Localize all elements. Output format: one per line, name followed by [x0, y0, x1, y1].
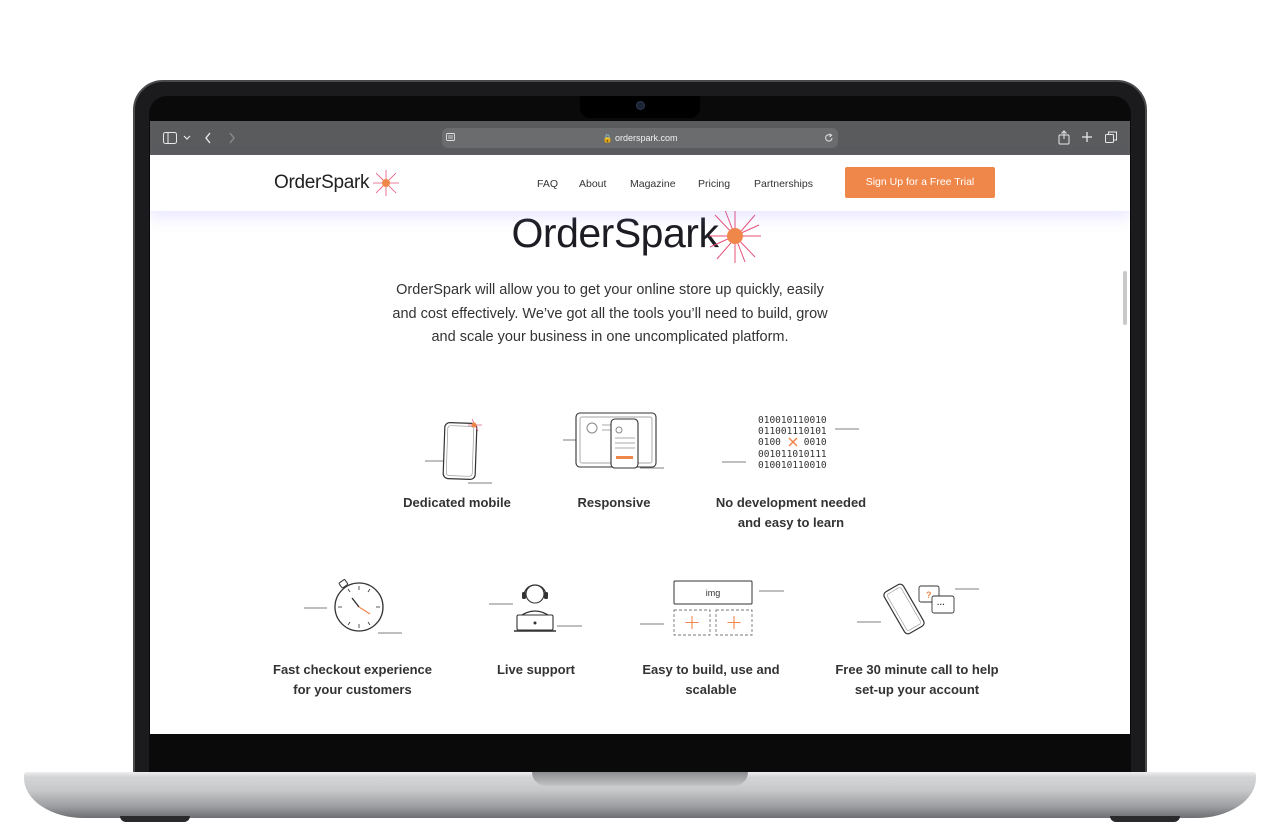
laptop-foot-right [1110, 816, 1180, 822]
spark-logo-icon [373, 170, 399, 196]
address-bar[interactable]: 🔒 orderspark.com [442, 128, 838, 148]
binary-line: 010010110010 [758, 460, 827, 471]
free-trial-button[interactable]: Sign Up for a Free Trial [845, 167, 995, 198]
feature-dedicated-mobile: Dedicated mobile [403, 495, 511, 510]
browser-window: 🔒 orderspark.com OrderSpark FAQ About Ma… [150, 121, 1130, 734]
hero-tagline: OrderSpark will allow you to get your on… [392, 282, 828, 345]
question-mark-icon: ? [926, 590, 932, 600]
tabs-overview-icon[interactable] [1105, 131, 1118, 144]
header-logo-text: OrderSpark [274, 172, 370, 193]
nav-faq[interactable]: FAQ [537, 178, 558, 190]
new-tab-icon[interactable] [1081, 131, 1093, 143]
stopwatch-icon [304, 579, 402, 634]
nav-partnerships[interactable]: Partnerships [754, 178, 813, 190]
forward-icon[interactable] [228, 131, 236, 145]
reload-icon[interactable] [824, 133, 834, 143]
feature-free-call: Free 30 minute call to help set-up your … [835, 662, 999, 697]
chevron-down-icon[interactable] [183, 135, 191, 141]
nav-pricing[interactable]: Pricing [698, 178, 730, 190]
sidebar-icon[interactable] [163, 132, 177, 144]
url-text: orderspark.com [614, 133, 678, 143]
page-builder-icon: img [640, 580, 784, 636]
feature-responsive: Responsive [577, 495, 651, 510]
phone-call-chat-icon: ? ··· [857, 583, 979, 635]
binary-line: 010010110010 [758, 415, 827, 426]
laptop-foot-left [120, 816, 190, 822]
lid-opening-scoop [532, 772, 748, 786]
browser-toolbar: 🔒 orderspark.com [150, 121, 1130, 155]
feature-no-development: No development needed and easy to learn [715, 495, 867, 530]
ellipsis-icon: ··· [937, 600, 945, 609]
feature-easy-build: Easy to build, use and scalable [642, 662, 780, 697]
camera-icon [636, 101, 645, 110]
nav-about[interactable]: About [579, 178, 606, 190]
binary-code-icon: 010010110010 011001110101 010010100010 0… [722, 415, 859, 471]
img-placeholder-label: img [706, 588, 721, 598]
live-support-agent-icon [489, 584, 582, 632]
share-icon[interactable] [1058, 130, 1070, 145]
address-bar-text[interactable]: 🔒 orderspark.com [442, 128, 838, 148]
feature-live-support: Live support [496, 662, 575, 677]
hero-spark-icon [709, 209, 761, 263]
binary-line: 001011010111 [758, 449, 827, 460]
lock-icon: 🔒 [602, 134, 613, 143]
hero-logo: OrderSpark [511, 210, 719, 256]
feature-fast-checkout: Fast checkout experience for your custom… [273, 662, 432, 697]
scrollbar-thumb[interactable] [1123, 271, 1127, 325]
back-icon[interactable] [204, 131, 212, 145]
header-logo[interactable]: OrderSpark [274, 172, 370, 194]
responsive-devices-icon [563, 412, 664, 469]
nav-magazine[interactable]: Magazine [630, 178, 676, 190]
mobile-phone-icon [425, 418, 492, 484]
